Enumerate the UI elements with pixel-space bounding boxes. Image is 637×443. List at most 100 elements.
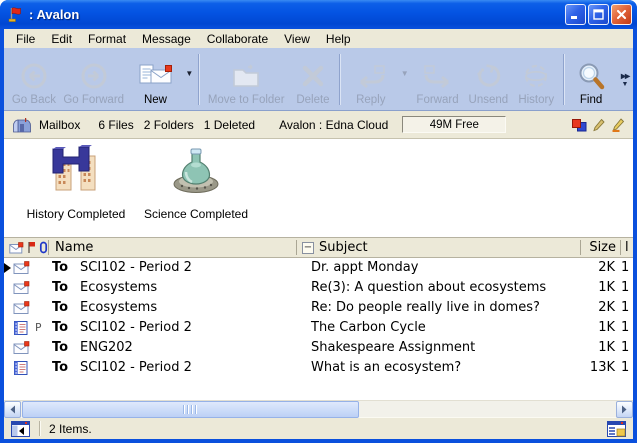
history-button[interactable]: History — [512, 51, 560, 108]
desktop-item-label: Science Completed — [144, 207, 248, 221]
new-message-icon — [138, 58, 174, 94]
toolbar-separator — [198, 54, 199, 105]
row-size: 2K — [544, 258, 615, 278]
table-row[interactable]: To Ecosystems Re(3): A question about ec… — [4, 278, 633, 298]
row-size: 1K — [544, 278, 615, 298]
column-divider[interactable] — [296, 240, 297, 255]
attachment-paperclip-column-icon[interactable] — [39, 241, 48, 254]
column-header-clipped[interactable]: l — [625, 238, 629, 258]
menu-format[interactable]: Format — [80, 30, 134, 48]
to-label: To — [52, 318, 68, 338]
files-count: 6 Files — [98, 118, 133, 132]
row-date-clipped: 1 — [621, 258, 629, 278]
free-space-indicator: 49M Free — [402, 116, 506, 133]
row-subject: Re: Do people really live in domes? — [311, 298, 540, 318]
status-bar: 2 Items. — [4, 417, 633, 439]
menu-bar: File Edit Format Message Collaborate Vie… — [4, 29, 633, 48]
mailbox-icon — [12, 117, 31, 133]
column-header-name[interactable]: Name — [55, 238, 93, 258]
column-header-size[interactable]: Size — [582, 238, 616, 258]
row-date-clipped: 1 — [621, 298, 629, 318]
statusbar-separator — [39, 421, 40, 436]
delete-x-icon — [300, 58, 326, 94]
collapse-column-toggle[interactable]: − — [302, 242, 314, 254]
menu-file[interactable]: File — [8, 30, 43, 48]
app-flag-icon — [7, 6, 24, 23]
row-date-clipped: 1 — [621, 278, 629, 298]
scrollbar-thumb[interactable] — [22, 401, 359, 418]
menu-help[interactable]: Help — [318, 30, 359, 48]
deleted-count: 1 Deleted — [204, 118, 255, 132]
desktop-item-science-completed[interactable]: Science Completed — [134, 145, 258, 221]
reply-button[interactable]: Reply — [343, 51, 399, 108]
reply-dropdown-arrow[interactable]: ▼ — [401, 70, 409, 90]
delete-button[interactable]: Delete — [290, 51, 336, 108]
column-divider[interactable] — [620, 240, 621, 255]
go-back-button[interactable]: Go Back — [8, 51, 60, 108]
column-header-subject[interactable]: Subject — [319, 238, 368, 258]
message-status-column-icon[interactable] — [9, 242, 24, 254]
flag-column-icon[interactable] — [27, 241, 36, 254]
split-pane-icon[interactable] — [607, 421, 626, 437]
new-dropdown-arrow[interactable]: ▼ — [185, 70, 193, 90]
row-size: 1K — [544, 318, 615, 338]
go-forward-button[interactable]: Go Forward — [60, 51, 128, 108]
toolbar: Go Back Go Forward New — [4, 48, 633, 111]
toolbar-more-chevron[interactable]: ▸▸ ▼ — [615, 71, 631, 89]
table-row[interactable]: To Ecosystems Re: Do people really live … — [4, 298, 633, 318]
move-to-folder-icon — [231, 58, 261, 94]
row-subject: Dr. appt Monday — [311, 258, 418, 278]
row-name: Ecosystems — [80, 298, 157, 318]
menu-collaborate[interactable]: Collaborate — [199, 30, 276, 48]
toolbar-separator — [563, 54, 564, 105]
new-button[interactable]: New — [128, 51, 184, 108]
find-button[interactable]: Find — [567, 51, 615, 108]
move-to-folder-button[interactable]: Move to Folder — [202, 51, 290, 108]
table-row[interactable]: To ENG202 Shakespeare Assignment 1K 1 — [4, 338, 633, 358]
unsend-button[interactable]: Unsend — [464, 51, 512, 108]
scroll-right-button[interactable] — [616, 401, 633, 418]
unsend-undo-icon — [474, 58, 502, 94]
row-name: SCI102 - Period 2 — [80, 358, 192, 378]
signature-pen-icon[interactable] — [611, 118, 625, 132]
row-name: ENG202 — [80, 338, 133, 358]
row-size: 2K — [544, 298, 615, 318]
menu-message[interactable]: Message — [134, 30, 199, 48]
reply-arrow-icon — [354, 58, 388, 94]
row-name: Ecosystems — [80, 278, 157, 298]
folders-count: 2 Folders — [144, 118, 194, 132]
find-magnifier-icon — [576, 58, 606, 94]
items-count-label: 2 Items. — [49, 422, 92, 436]
forward-button[interactable]: Forward — [411, 51, 465, 108]
scroll-left-button[interactable] — [4, 401, 21, 418]
table-row[interactable]: To SCI102 - Period 2 What is an ecosyste… — [4, 358, 633, 378]
folder-contents-area: History Completed S — [4, 139, 633, 237]
window-title: : Avalon — [29, 7, 565, 22]
close-button[interactable] — [611, 4, 632, 25]
overlapping-squares-icon[interactable] — [571, 118, 587, 132]
message-list: To SCI102 - Period 2 Dr. appt Monday 2K … — [4, 258, 633, 400]
history-building-icon — [48, 145, 104, 200]
collapse-left-pane-icon[interactable] — [11, 421, 30, 437]
maximize-button[interactable] — [588, 4, 609, 25]
to-label: To — [52, 358, 68, 378]
column-divider[interactable] — [580, 240, 581, 255]
mailbox-info-bar: Mailbox 6 Files 2 Folders 1 Deleted Aval… — [4, 111, 633, 139]
menu-view[interactable]: View — [276, 30, 318, 48]
history-globe-icon — [522, 58, 550, 94]
to-label: To — [52, 278, 68, 298]
row-date-clipped: 1 — [621, 338, 629, 358]
desktop-item-history-completed[interactable]: History Completed — [14, 145, 138, 221]
table-row[interactable]: P To SCI102 - Period 2 The Carbon Cycle … — [4, 318, 633, 338]
row-subject: Shakespeare Assignment — [311, 338, 475, 358]
minimize-button[interactable] — [565, 4, 586, 25]
science-flask-icon — [168, 145, 224, 200]
pencil-icon[interactable] — [593, 118, 605, 132]
chevron-down-icon: ▼ — [622, 81, 629, 88]
note-document-icon — [14, 361, 28, 382]
account-label: Avalon : Edna Cloud — [279, 118, 388, 132]
horizontal-scrollbar[interactable] — [4, 400, 633, 417]
menu-edit[interactable]: Edit — [43, 30, 80, 48]
column-divider[interactable] — [48, 240, 49, 255]
table-row[interactable]: To SCI102 - Period 2 Dr. appt Monday 2K … — [4, 258, 633, 278]
